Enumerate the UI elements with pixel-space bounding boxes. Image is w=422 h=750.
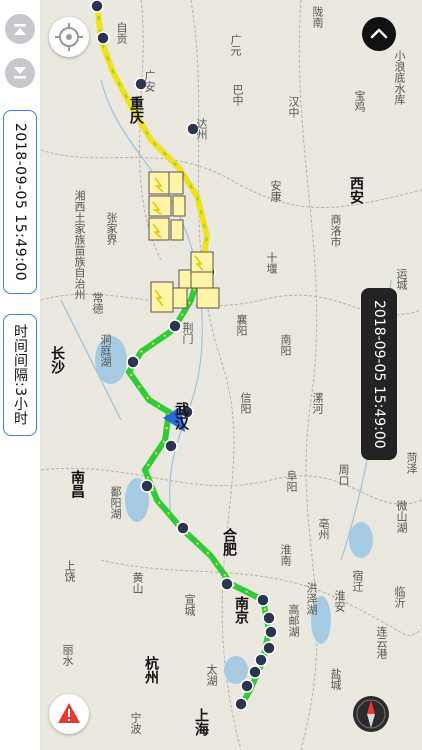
crosshair-icon — [55, 23, 83, 51]
map-label-zhangjiajie: 张家界 — [105, 212, 118, 245]
current-time-text: 2018-09-05 15:49:00 — [371, 299, 387, 449]
map-label-shanghai: 上海 — [193, 708, 209, 736]
warning-button[interactable] — [49, 694, 89, 734]
map-label-heze: 菏泽 — [405, 452, 418, 474]
compass-button[interactable] — [351, 694, 391, 734]
map-label-shangrao: 上饶 — [63, 560, 76, 582]
map-label-shiyan: 十堰 — [265, 252, 278, 274]
map-label-yuncheng: 运城 — [395, 268, 408, 290]
map-label-guangan: 广安 — [143, 70, 156, 92]
map-label-jingmen: 荆门 — [181, 322, 194, 344]
warning-icon — [58, 703, 80, 723]
map-label-ankang: 安康 — [269, 180, 282, 202]
previous-button[interactable] — [5, 14, 35, 44]
map-label-luohe: 漯河 — [311, 392, 324, 414]
skip-next-icon — [14, 67, 26, 79]
next-button[interactable] — [5, 58, 35, 88]
map-label-xinyang: 信阳 — [239, 392, 252, 414]
map-label-guangyuan: 广元 — [229, 34, 242, 56]
map-label-baoji: 宝鸡 — [353, 90, 366, 112]
datetime-chip-text: 2018-09-05 15:49:00 — [12, 122, 28, 282]
map-label-bazhong: 巴中 — [231, 84, 244, 106]
map-label-changde: 常德 — [91, 292, 104, 314]
map-label-weishanhu: 微山湖 — [395, 500, 408, 533]
map-label-zhoukou: 周口 — [337, 464, 350, 486]
map-label-longnan: 陇南 — [311, 6, 324, 28]
map-label-huaian: 淮安 — [333, 590, 346, 612]
datetime-chip[interactable]: 2018-09-05 15:49:00 — [3, 110, 37, 294]
map-label-hongzehu: 洪泽湖 — [305, 582, 318, 615]
compass-icon — [353, 696, 389, 732]
map-label-poyanghu: 鄱阳湖 — [109, 486, 122, 519]
map-label-nanchang: 南昌 — [69, 470, 85, 498]
map-label-shangluo: 商洛市 — [329, 214, 342, 247]
map-label-hefei: 合肥 — [221, 528, 237, 556]
map-view[interactable]: 西安 重庆 长沙 武汉 南昌 合肥 南京 杭州 上海 自贡 广安 巴中 广元 陇… — [41, 0, 422, 750]
map-label-linyi: 临沂 — [393, 586, 406, 608]
map-label-xuancheng: 宣城 — [183, 594, 196, 616]
map-label-chongqing: 重庆 — [128, 96, 144, 124]
map-label-lianyungang: 连云港 — [375, 626, 388, 659]
map-label-nanyang: 南阳 — [279, 334, 292, 356]
map-label-xiangxi: 湘西土家族苗族自治州 — [73, 190, 86, 300]
map-label-hangzhou: 杭州 — [143, 656, 159, 684]
map-label-huainan: 淮南 — [279, 544, 292, 566]
map-label-zigong: 自贡 — [115, 22, 128, 44]
chevron-up-icon — [370, 28, 388, 39]
map-label-yancheng: 盐城 — [329, 668, 342, 690]
collapse-button[interactable] — [362, 17, 396, 51]
map-label-fuyang: 阜阳 — [285, 470, 298, 492]
map-label-changsha: 长沙 — [49, 346, 65, 374]
map-label-hanzhong: 汉中 — [287, 96, 300, 118]
map-label-dazhou: 达州 — [195, 118, 208, 140]
current-time-overlay: 2018-09-05 15:49:00 — [361, 288, 397, 460]
map-label-xiangyang: 襄阳 — [235, 314, 248, 336]
map-label-bozhou: 亳州 — [317, 518, 330, 540]
map-label-gaoyouhu: 高邮湖 — [287, 604, 300, 637]
map-label-nanjing: 南京 — [233, 596, 249, 624]
interval-chip[interactable]: 时间间隔:3小时 — [3, 314, 37, 436]
map-label-wuhan: 武汉 — [173, 402, 189, 430]
map-label-xian: 西安 — [348, 176, 364, 204]
map-label-taihu: 太湖 — [205, 664, 218, 686]
playback-sidebar: 2018-09-05 15:49:00 时间间隔:3小时 — [0, 0, 41, 750]
skip-previous-icon — [14, 24, 26, 35]
map-label-ningbo: 宁波 — [129, 712, 142, 734]
map-label-suqian: 宿迁 — [351, 570, 364, 592]
map-label-lishui: 丽水 — [61, 644, 74, 666]
map-label-xiaolangdi: 小浪底水库 — [393, 50, 406, 105]
map-label-dongtinghu: 洞庭湖 — [99, 334, 112, 367]
interval-chip-text: 时间间隔:3小时 — [12, 324, 28, 426]
locate-button[interactable] — [49, 17, 89, 57]
map-label-huangshan: 黄山 — [131, 572, 144, 594]
